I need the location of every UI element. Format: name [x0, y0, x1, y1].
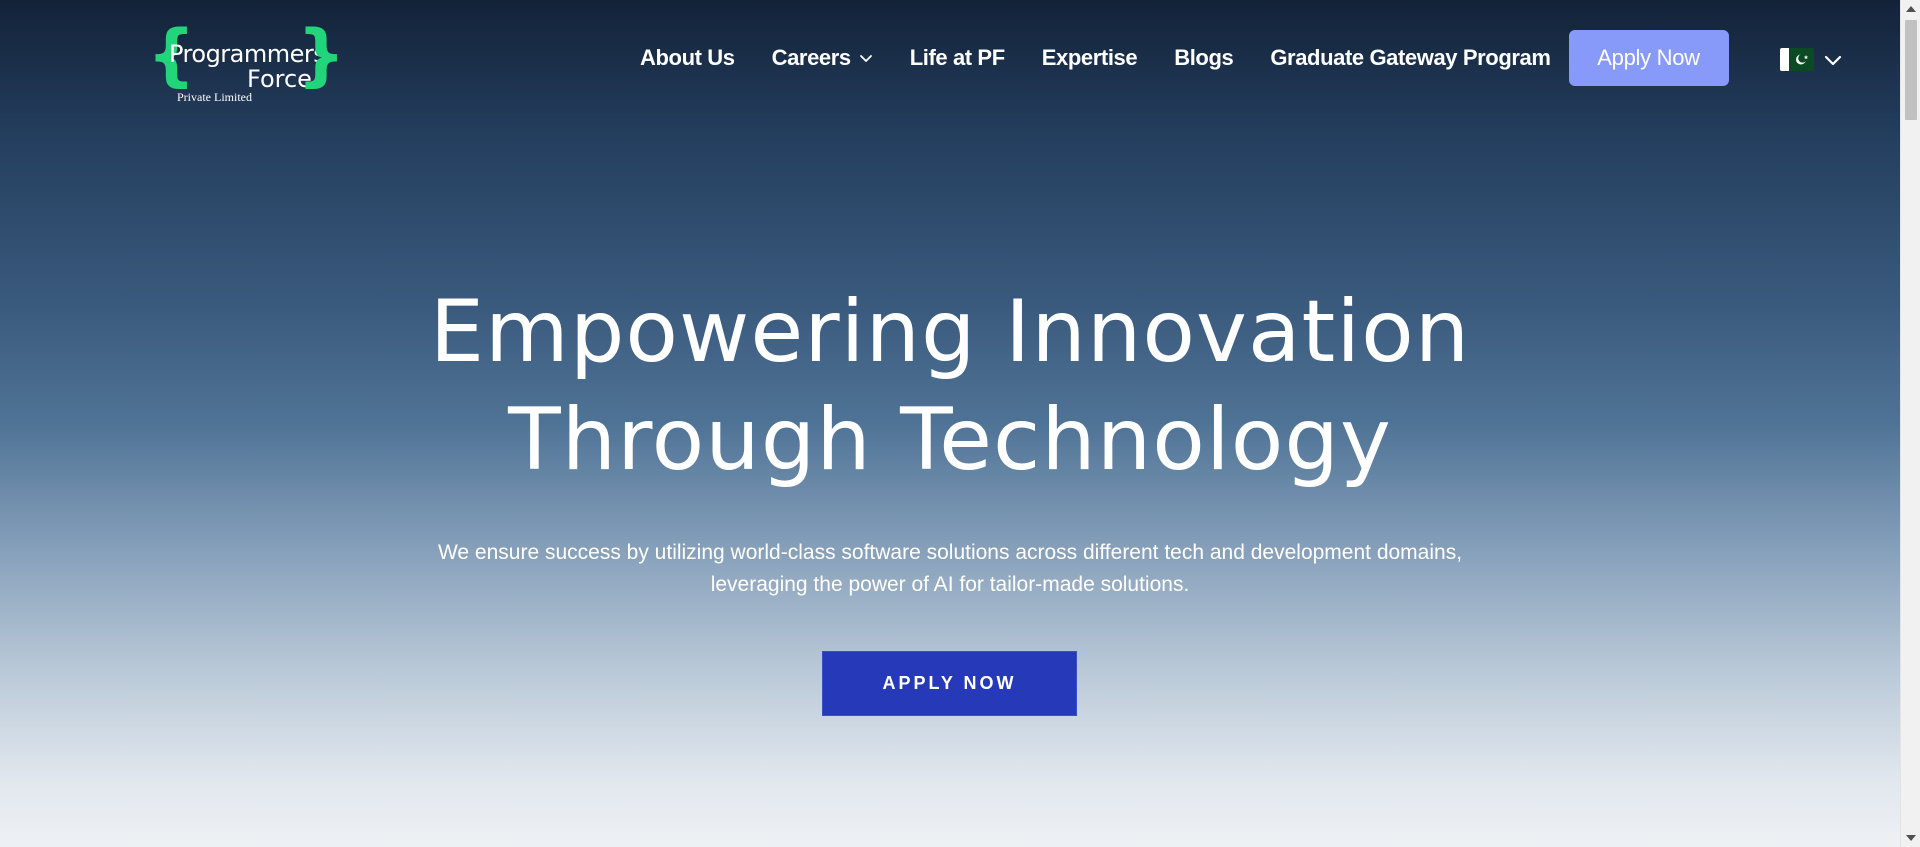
nav-item-life-at-pf[interactable]: Life at PF — [910, 45, 1005, 71]
hero-subtitle-line1: We ensure success by utilizing world-cla… — [437, 541, 1463, 564]
logo-brace-right: } — [297, 16, 346, 95]
nav-item-label: Blogs — [1174, 45, 1234, 70]
hero-title-line1: Empowering Innovation — [429, 282, 1471, 382]
nav-item-expertise[interactable]: Expertise — [1041, 45, 1138, 71]
nav-item-label: Life at PF — [909, 45, 1005, 70]
scrollbar-thumb[interactable] — [1905, 20, 1917, 120]
page: { Programmers Force Private Limited } Ab… — [0, 0, 1900, 847]
nav-item-graduate-gateway-program[interactable]: Graduate Gateway Program — [1270, 45, 1551, 71]
chevron-down-icon — [1824, 55, 1842, 65]
hero-title: Empowering Innovation Through Technology — [0, 278, 1900, 494]
hero-title-line2: Through Technology — [508, 390, 1392, 490]
apply-now-header-button[interactable]: Apply Now — [1568, 30, 1729, 86]
nav-item-about-us[interactable]: About Us — [640, 45, 735, 71]
apply-now-hero-button[interactable]: APPLY NOW — [822, 651, 1077, 716]
scroll-up-arrow-icon[interactable] — [1906, 6, 1916, 12]
logo[interactable]: { Programmers Force Private Limited } — [147, 22, 345, 106]
nav-item-blogs[interactable]: Blogs — [1174, 45, 1234, 71]
hero-subtitle-line2: leveraging the power of AI for tailor-ma… — [710, 573, 1190, 596]
hero-subtitle: We ensure success by utilizing world-cla… — [0, 537, 1900, 601]
logo-text-line3: Private Limited — [177, 90, 252, 104]
nav-item-label: About Us — [640, 45, 735, 70]
scroll-down-arrow-icon[interactable] — [1906, 835, 1916, 841]
nav-item-label: Graduate Gateway Program — [1270, 45, 1551, 70]
nav-item-careers[interactable]: Careers — [772, 45, 873, 71]
nav-item-label: Careers — [771, 45, 852, 70]
vertical-scrollbar[interactable] — [1900, 0, 1920, 847]
main-nav: About Us Careers Life at PF Expertise Bl… — [640, 30, 1729, 86]
language-selector[interactable] — [1780, 48, 1842, 71]
pakistan-flag-icon — [1780, 48, 1814, 71]
chevron-down-icon — [859, 55, 872, 62]
nav-item-label: Expertise — [1041, 45, 1138, 70]
